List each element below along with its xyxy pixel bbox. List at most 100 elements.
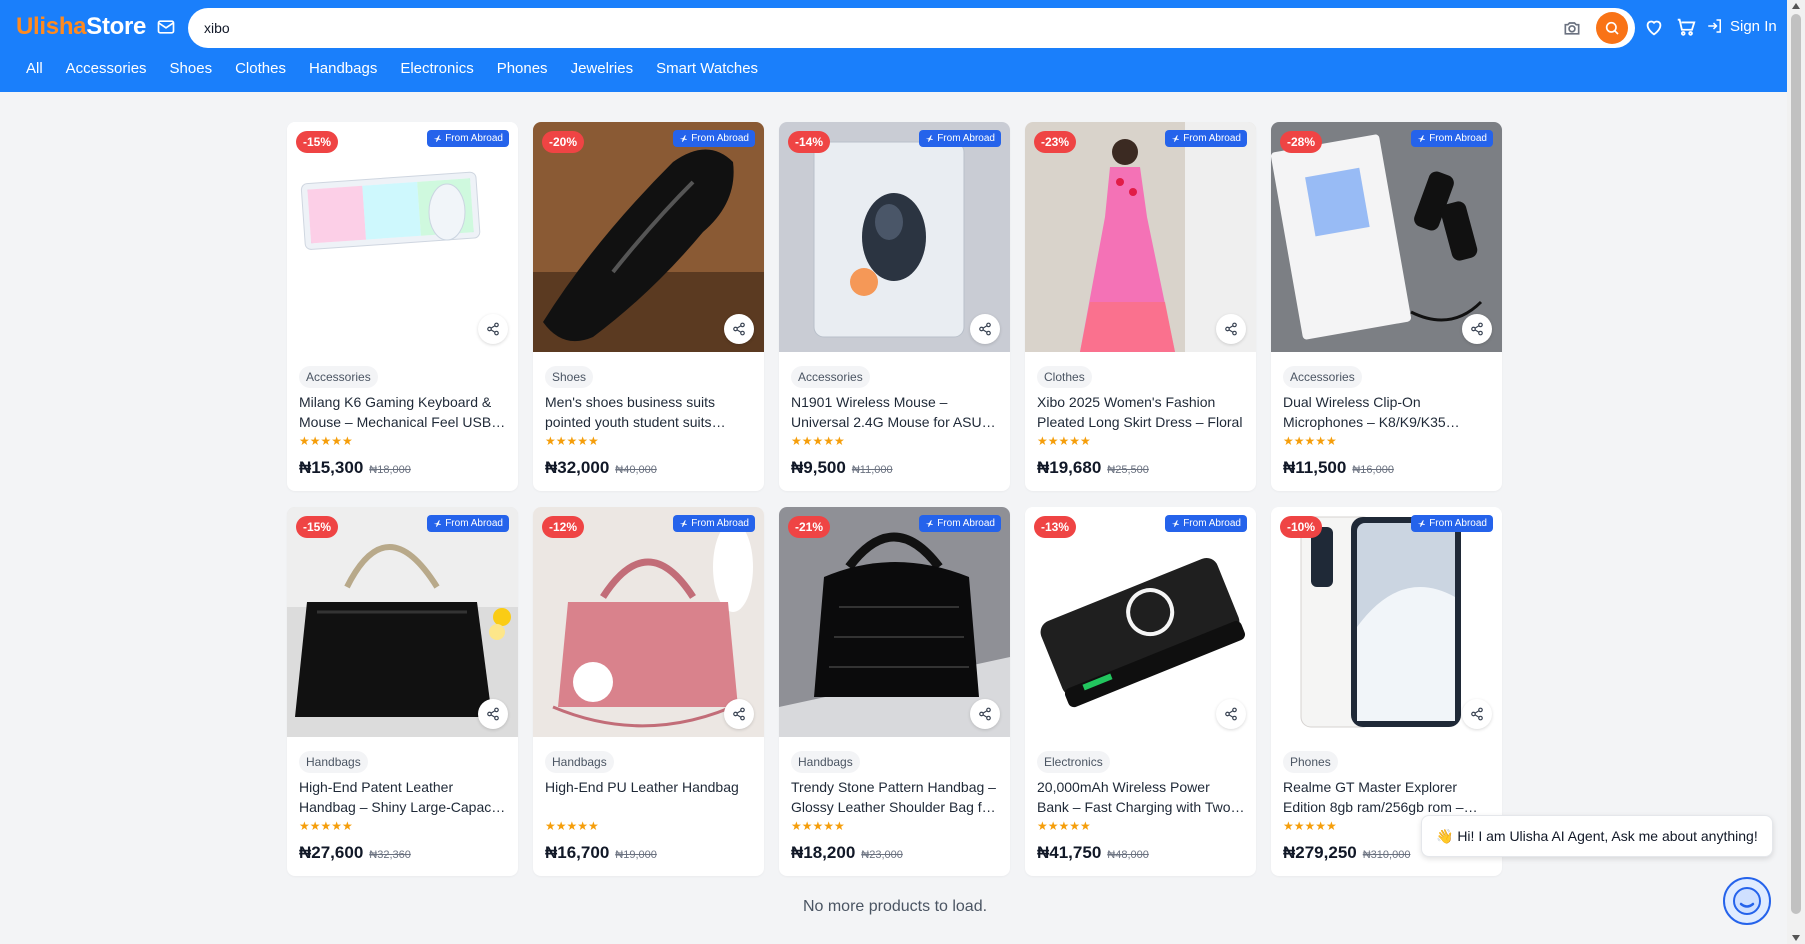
nav-item[interactable]: Phones [497, 60, 548, 77]
product-title[interactable]: Milang K6 Gaming Keyboard & Mouse – Mech… [299, 392, 507, 432]
product-card[interactable]: -21% From Abroad Handbags Trendy Stone P… [779, 507, 1010, 876]
share-button[interactable] [724, 314, 754, 344]
rating-stars: ★★★★★ [299, 434, 353, 448]
camera-icon[interactable] [1562, 18, 1582, 38]
product-title[interactable]: Xibo 2025 Women's Fashion Pleated Long S… [1037, 392, 1245, 432]
discount-badge: -21% [788, 516, 831, 538]
share-button[interactable] [478, 314, 508, 344]
top-header: UlishaStore Sign In All Accessories Shoes C… [0, 0, 1787, 92]
nav-item[interactable]: Accessories [66, 60, 147, 77]
share-button[interactable] [970, 699, 1000, 729]
rating-stars: ★★★★★ [545, 819, 599, 833]
heart-icon[interactable] [1643, 16, 1665, 38]
category-tag[interactable]: Handbags [299, 751, 368, 773]
product-card[interactable]: -15% From Abroad Handbags High-End Paten… [287, 507, 518, 876]
product-title[interactable]: N1901 Wireless Mouse – Universal 2.4G Mo… [791, 392, 999, 432]
category-tag[interactable]: Clothes [1037, 366, 1092, 388]
product-card[interactable]: -28% From Abroad Accessories Dual Wirele… [1271, 122, 1502, 491]
nav-item[interactable]: Smart Watches [656, 60, 758, 77]
share-button[interactable] [1216, 314, 1246, 344]
share-icon [979, 707, 991, 721]
share-button[interactable] [1462, 699, 1492, 729]
product-title[interactable]: High-End Patent Leather Handbag – Shiny … [299, 777, 507, 817]
search-button[interactable] [1596, 12, 1628, 44]
product-title[interactable]: Realme GT Master Explorer Edition 8gb ra… [1283, 777, 1491, 817]
plane-icon [433, 135, 442, 142]
share-button[interactable] [1462, 314, 1492, 344]
share-button[interactable] [1216, 699, 1246, 729]
product-image[interactable]: -23% From Abroad [1025, 122, 1256, 352]
scroll-up-arrow[interactable] [1792, 3, 1800, 9]
share-button[interactable] [478, 699, 508, 729]
chat-agent-button[interactable] [1723, 877, 1771, 925]
nav-item[interactable]: Clothes [235, 60, 286, 77]
share-button[interactable] [970, 314, 1000, 344]
category-tag[interactable]: Electronics [1037, 751, 1110, 773]
from-abroad-badge: From Abroad [1165, 515, 1247, 532]
product-image[interactable]: -14% From Abroad [779, 122, 1010, 352]
discount-badge: -20% [542, 131, 585, 153]
category-tag[interactable]: Accessories [1283, 366, 1362, 388]
nav-item[interactable]: Shoes [170, 60, 213, 77]
nav-item[interactable]: All [26, 60, 43, 77]
product-card[interactable]: -14% From Abroad Accessories N1901 Wirel… [779, 122, 1010, 491]
share-icon [1225, 322, 1237, 336]
product-card[interactable]: -13% From Abroad Electronics 20,000mAh W… [1025, 507, 1256, 876]
product-image[interactable]: -28% From Abroad [1271, 122, 1502, 352]
page-scrollbar[interactable] [1787, 0, 1805, 944]
from-abroad-badge: From Abroad [1411, 130, 1493, 147]
original-price: ₦16,000 [1352, 464, 1394, 476]
category-tag[interactable]: Accessories [791, 366, 870, 388]
product-image[interactable]: -21% From Abroad [779, 507, 1010, 737]
category-tag[interactable]: Handbags [791, 751, 860, 773]
product-image[interactable]: -20% From Abroad [533, 122, 764, 352]
from-abroad-badge: From Abroad [427, 515, 509, 532]
plane-icon [1171, 135, 1180, 142]
share-button[interactable] [724, 699, 754, 729]
product-image[interactable]: -15% From Abroad [287, 122, 518, 352]
category-tag[interactable]: Handbags [545, 751, 614, 773]
current-price: ₦279,250 [1283, 843, 1357, 862]
original-price: ₦32,360 [369, 849, 411, 861]
product-card[interactable]: -12% From Abroad Handbags High-End PU Le… [533, 507, 764, 876]
product-title[interactable]: Men's shoes business suits pointed youth… [545, 392, 753, 432]
price-row: ₦41,750 ₦48,000 [1037, 843, 1149, 863]
nav-item[interactable]: Jewelries [571, 60, 634, 77]
search-input[interactable] [204, 8, 1544, 48]
discount-badge: -14% [788, 131, 831, 153]
product-image[interactable]: -13% From Abroad [1025, 507, 1256, 737]
original-price: ₦11,000 [851, 464, 893, 476]
category-tag[interactable]: Accessories [299, 366, 378, 388]
plane-icon [1417, 520, 1426, 527]
product-title[interactable]: High-End PU Leather Handbag [545, 777, 753, 797]
product-card[interactable]: -20% From Abroad Shoes Men's shoes busin… [533, 122, 764, 491]
scrollbar-thumb[interactable] [1791, 14, 1801, 914]
nav-item[interactable]: Handbags [309, 60, 377, 77]
product-title[interactable]: Dual Wireless Clip-On Microphones – K8/K… [1283, 392, 1491, 432]
plane-icon [679, 520, 688, 527]
category-tag[interactable]: Shoes [545, 366, 594, 388]
product-title[interactable]: 20,000mAh Wireless Power Bank – Fast Cha… [1037, 777, 1245, 817]
from-abroad-badge: From Abroad [1165, 130, 1247, 147]
share-icon [1225, 707, 1237, 721]
product-card[interactable]: -15% From Abroad Accessories Milang K6 G… [287, 122, 518, 491]
chat-greeting[interactable]: 👋 Hi! I am Ulisha AI Agent, Ask me about… [1421, 815, 1773, 857]
current-price: ₦9,500 [791, 458, 846, 477]
cart-icon[interactable] [1675, 16, 1697, 38]
sign-in-button[interactable]: Sign In [1706, 14, 1777, 38]
product-image[interactable]: -10% From Abroad [1271, 507, 1502, 737]
category-tag[interactable]: Phones [1283, 751, 1338, 773]
price-row: ₦11,500 ₦16,000 [1283, 458, 1394, 478]
product-image[interactable]: -12% From Abroad [533, 507, 764, 737]
product-image[interactable]: -15% From Abroad [287, 507, 518, 737]
store-logo[interactable]: UlishaStore [16, 13, 146, 41]
product-card[interactable]: -23% From Abroad Clothes Xibo 2025 Women… [1025, 122, 1256, 491]
product-grid: -15% From Abroad Accessories Milang K6 G… [287, 122, 1502, 876]
price-row: ₦32,000 ₦40,000 [545, 458, 657, 478]
nav-item[interactable]: Electronics [400, 60, 473, 77]
scroll-down-arrow[interactable] [1792, 935, 1800, 941]
search-bar [188, 8, 1635, 48]
current-price: ₦18,200 [791, 843, 856, 862]
product-title[interactable]: Trendy Stone Pattern Handbag – Glossy Le… [791, 777, 999, 817]
mail-icon[interactable] [156, 17, 176, 37]
